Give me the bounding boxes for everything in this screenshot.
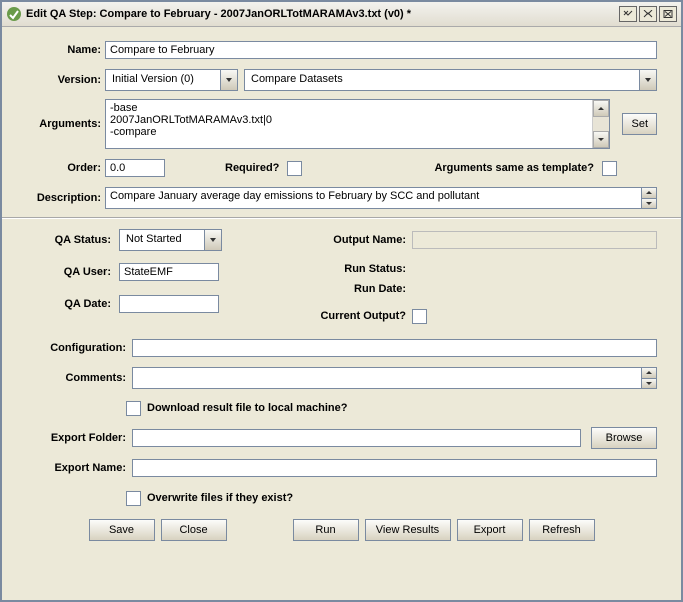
args-template-checkbox[interactable]	[602, 161, 617, 176]
close-button[interactable]: Close	[161, 519, 227, 541]
version-label: Version:	[26, 74, 105, 86]
qa-user-input[interactable]	[119, 263, 219, 281]
qa-status-label: QA Status:	[26, 234, 119, 246]
export-name-input[interactable]	[132, 459, 657, 477]
save-button[interactable]: Save	[89, 519, 155, 541]
qa-status-text: Not Started	[120, 230, 204, 250]
version-combo-text: Initial Version (0)	[106, 70, 220, 90]
name-label: Name:	[26, 44, 105, 56]
qa-user-label: QA User:	[26, 266, 119, 278]
overwrite-checkbox[interactable]	[126, 491, 141, 506]
export-button[interactable]: Export	[457, 519, 523, 541]
order-input[interactable]	[105, 159, 165, 177]
qa-date-input[interactable]	[119, 295, 219, 313]
window: Edit QA Step: Compare to February - 2007…	[0, 0, 683, 602]
export-folder-label: Export Folder:	[26, 432, 132, 444]
set-button[interactable]: Set	[622, 113, 657, 135]
download-label: Download result file to local machine?	[147, 402, 347, 414]
scroll-down-icon[interactable]	[593, 131, 609, 148]
refresh-button[interactable]: Refresh	[529, 519, 595, 541]
spinner-control[interactable]	[641, 368, 656, 388]
close-internal-icon[interactable]	[659, 6, 677, 22]
comments-text[interactable]	[133, 368, 641, 388]
view-results-button[interactable]: View Results	[365, 519, 451, 541]
run-status-label: Run Status:	[276, 263, 412, 275]
comments-field[interactable]	[132, 367, 657, 389]
minimize-internal-icon[interactable]	[619, 6, 637, 22]
program-combo[interactable]: Compare Datasets	[244, 69, 657, 91]
qa-date-label: QA Date:	[26, 298, 119, 310]
required-checkbox[interactable]	[287, 161, 302, 176]
description-field[interactable]: Compare January average day emissions to…	[105, 187, 657, 209]
name-input[interactable]	[105, 41, 657, 59]
overwrite-label: Overwrite files if they exist?	[147, 492, 293, 504]
arguments-label: Arguments:	[26, 118, 105, 130]
current-output-checkbox[interactable]	[412, 309, 427, 324]
scroll-up-icon[interactable]	[593, 100, 609, 117]
content-area: Name: Version: Initial Version (0) Compa…	[2, 27, 681, 600]
titlebar: Edit QA Step: Compare to February - 2007…	[2, 2, 681, 27]
arguments-area	[105, 99, 610, 149]
qa-status-combo[interactable]: Not Started	[119, 229, 222, 251]
output-name-field	[412, 231, 657, 249]
maximize-internal-icon[interactable]	[639, 6, 657, 22]
app-icon	[6, 6, 22, 22]
comments-label: Comments:	[26, 372, 132, 384]
args-template-label: Arguments same as template?	[434, 162, 594, 174]
program-combo-text: Compare Datasets	[245, 70, 639, 90]
scrollbar[interactable]	[592, 100, 609, 148]
button-row: Save Close Run View Results Export Refre…	[26, 519, 657, 541]
output-name-label: Output Name:	[276, 234, 412, 246]
window-title: Edit QA Step: Compare to February - 2007…	[26, 8, 619, 20]
download-checkbox[interactable]	[126, 401, 141, 416]
browse-button[interactable]: Browse	[591, 427, 657, 449]
run-date-label: Run Date:	[276, 283, 412, 295]
combo-arrow-icon[interactable]	[639, 70, 656, 90]
export-folder-input[interactable]	[132, 429, 581, 447]
order-label: Order:	[26, 162, 105, 174]
export-name-label: Export Name:	[26, 462, 132, 474]
version-combo[interactable]: Initial Version (0)	[105, 69, 238, 91]
combo-arrow-icon[interactable]	[204, 230, 221, 250]
arguments-input[interactable]	[106, 100, 592, 148]
divider	[2, 217, 681, 219]
spinner-control[interactable]	[641, 188, 656, 208]
configuration-input[interactable]	[132, 339, 657, 357]
configuration-label: Configuration:	[26, 342, 132, 354]
description-text[interactable]: Compare January average day emissions to…	[106, 188, 641, 208]
combo-arrow-icon[interactable]	[220, 70, 237, 90]
current-output-label: Current Output?	[276, 310, 412, 322]
description-label: Description:	[26, 192, 105, 204]
required-label: Required?	[225, 162, 279, 174]
run-button[interactable]: Run	[293, 519, 359, 541]
